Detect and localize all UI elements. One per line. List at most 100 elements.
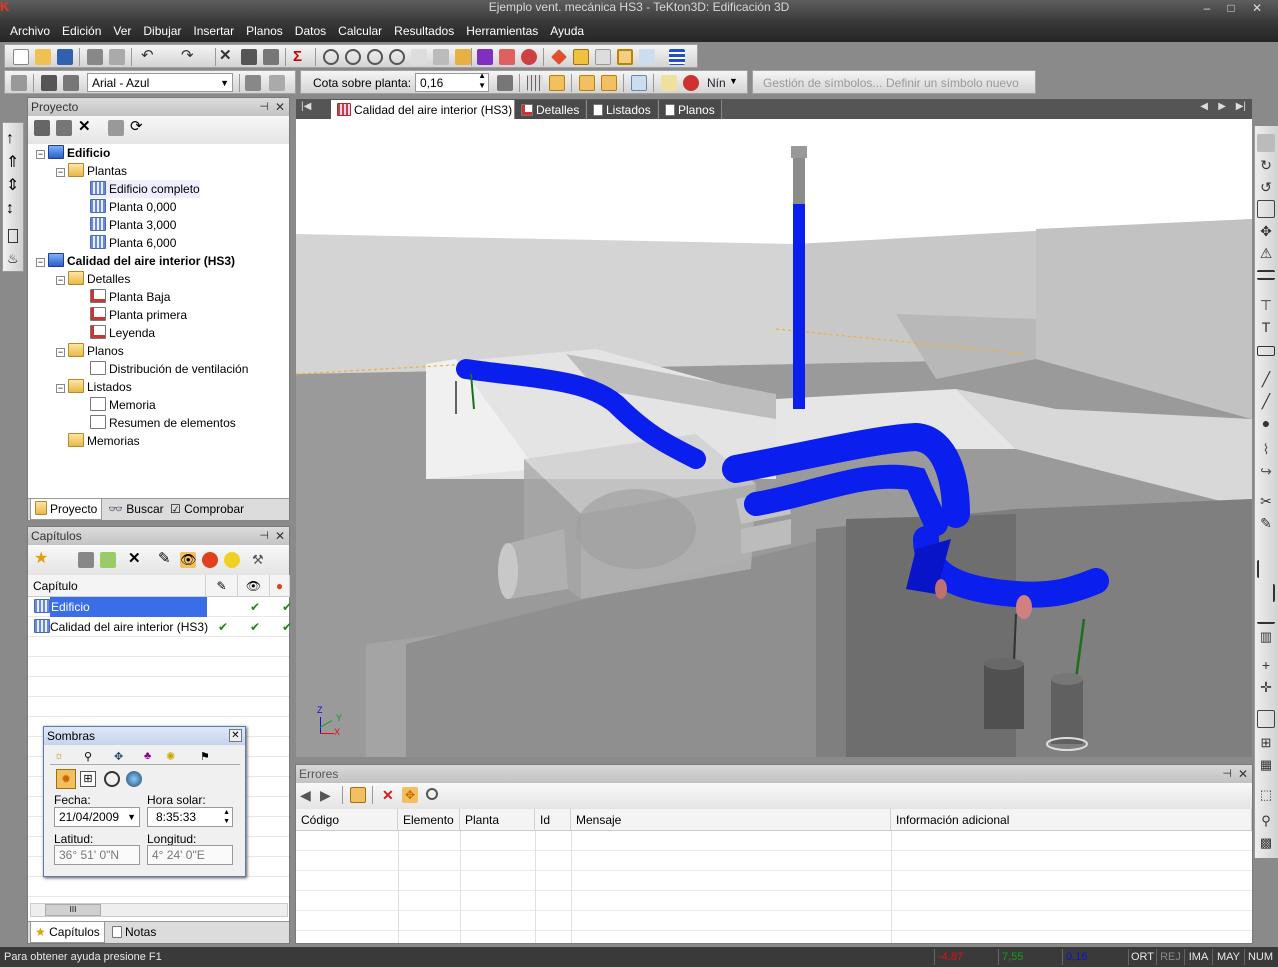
col-id[interactable]: Id bbox=[535, 809, 571, 831]
tab-listados[interactable]: Listados bbox=[586, 100, 657, 120]
rotate-3d-icon[interactable]: ↺ bbox=[1257, 178, 1275, 196]
stair-icon[interactable]: ♨ bbox=[7, 251, 19, 267]
mesh-icon[interactable]: ▦ bbox=[1257, 756, 1275, 774]
globe-icon[interactable] bbox=[126, 771, 142, 787]
tree-item-planos[interactable]: − Planos bbox=[56, 342, 124, 360]
move-tool-icon[interactable] bbox=[1257, 134, 1275, 152]
tree-item-hs3[interactable]: − Calidad del aire interior (HS3) bbox=[36, 252, 235, 270]
elbow-icon[interactable]: ↪ bbox=[1257, 462, 1275, 480]
table-row[interactable]: Calidad del aire interior (HS3) ✔ ✔ ✔ bbox=[28, 617, 292, 637]
angle-icon[interactable] bbox=[601, 75, 617, 91]
tree-item-distribucion[interactable]: Distribución de ventilación bbox=[90, 360, 248, 378]
cut-icon[interactable]: ✂ bbox=[1257, 492, 1275, 510]
move-vertical-icon[interactable]: ⇕ bbox=[6, 178, 19, 194]
door-icon[interactable] bbox=[8, 229, 18, 243]
symbols-define-button[interactable]: Definir un símbolo nuevo bbox=[886, 76, 1019, 90]
sphere-icon[interactable] bbox=[202, 552, 218, 568]
magnet-icon[interactable] bbox=[683, 75, 699, 91]
style-edit-icon[interactable] bbox=[63, 75, 79, 91]
refresh-icon[interactable]: ⟳ bbox=[130, 119, 146, 136]
fecha-input[interactable]: 21/04/2009 ▼ bbox=[54, 807, 140, 827]
rotate-icon[interactable]: ↻ bbox=[1257, 156, 1275, 174]
tree-item-planta-0[interactable]: Planta 0,000 bbox=[90, 198, 176, 216]
next-error-icon[interactable]: ▶ bbox=[320, 788, 336, 804]
minimize-button[interactable]: – bbox=[1196, 0, 1218, 16]
level-icon[interactable] bbox=[497, 75, 513, 91]
open-folder-icon[interactable] bbox=[35, 49, 51, 65]
menu-herramientas[interactable]: Herramientas bbox=[460, 20, 544, 42]
hora-input[interactable]: 8:35:33 ▲ ▼ bbox=[147, 807, 233, 827]
tab-notas[interactable]: Notas bbox=[108, 922, 160, 942]
col-sphere-icon[interactable]: ● bbox=[270, 575, 290, 597]
symbols-manage-button[interactable]: Gestión de símbolos... bbox=[763, 76, 882, 90]
grid-icon[interactable] bbox=[527, 75, 543, 91]
chevron-down-icon[interactable]: ▼ bbox=[729, 76, 738, 86]
font-select[interactable]: Arial - Azul ▼ bbox=[87, 73, 233, 92]
menu-resultados[interactable]: Resultados bbox=[388, 20, 460, 42]
tab-capitulos[interactable]: ★ Capítulos bbox=[30, 922, 105, 943]
add-point-icon[interactable]: ✛ bbox=[1257, 678, 1275, 696]
check-icon[interactable]: ✔ bbox=[250, 597, 260, 617]
tab-proyecto[interactable]: Proyecto bbox=[30, 499, 103, 520]
spinner-icon[interactable]: ▲ ▼ bbox=[223, 808, 230, 826]
snap-grid-icon[interactable] bbox=[549, 75, 565, 91]
save-icon[interactable] bbox=[57, 49, 73, 65]
tree-item-plantas[interactable]: − Plantas bbox=[56, 162, 127, 180]
tab-menu-icon[interactable]: ▶| bbox=[1236, 101, 1246, 112]
align-bottom-icon[interactable] bbox=[1257, 606, 1275, 624]
delete-item-icon[interactable]: ✕ bbox=[78, 119, 94, 136]
menu-archivo[interactable]: Archivo bbox=[0, 20, 56, 42]
copy-style-icon[interactable] bbox=[245, 75, 261, 91]
paste-style-icon[interactable] bbox=[269, 75, 285, 91]
zoom-icon[interactable] bbox=[323, 49, 339, 65]
nin-label[interactable]: Nín bbox=[707, 76, 726, 90]
close-icon[interactable]: ✕ bbox=[1238, 765, 1248, 783]
col-capitulo[interactable]: Capítulo bbox=[28, 575, 206, 597]
maximize-button[interactable]: □ bbox=[1220, 0, 1242, 16]
ort-toggle[interactable]: ORT bbox=[1128, 949, 1156, 965]
viewport-3d[interactable]: Z Y X bbox=[296, 119, 1252, 757]
select-icon[interactable]: ⬚ bbox=[1257, 786, 1275, 804]
tree-item-planta-primera[interactable]: Planta primera bbox=[90, 306, 187, 324]
new-file-icon[interactable] bbox=[13, 49, 29, 65]
tab-comprobar[interactable]: ☑ Comprobar bbox=[166, 499, 248, 519]
pipe-icon[interactable]: ⌇ bbox=[1257, 440, 1275, 458]
arrow-up-bold-icon[interactable]: ⇑ bbox=[6, 155, 19, 171]
tab-light-icon[interactable]: ✺ bbox=[166, 750, 175, 763]
view-icon[interactable] bbox=[455, 49, 471, 65]
menu-dibujar[interactable]: Dibujar bbox=[137, 20, 187, 42]
pencil-icon[interactable] bbox=[499, 49, 515, 65]
grid-toggle-icon[interactable]: ⊞ bbox=[80, 771, 96, 787]
close-icon[interactable]: ✕ bbox=[229, 729, 242, 742]
tree-item-listados[interactable]: − Listados bbox=[56, 378, 132, 396]
snap-icon[interactable] bbox=[521, 49, 537, 65]
star-icon[interactable]: ★ bbox=[34, 551, 50, 568]
tab-sun-icon[interactable]: ☼ bbox=[54, 750, 64, 762]
wall-icon[interactable] bbox=[1257, 270, 1275, 280]
point-icon[interactable]: ● bbox=[1257, 414, 1275, 432]
check-icon[interactable]: ✔ bbox=[218, 617, 228, 637]
tree-item-planta-6[interactable]: Planta 6,000 bbox=[90, 234, 176, 252]
message-icon[interactable] bbox=[639, 49, 655, 65]
note-icon[interactable] bbox=[661, 75, 677, 91]
col-planta[interactable]: Planta bbox=[460, 809, 535, 831]
menu-datos[interactable]: Datos bbox=[289, 20, 332, 42]
compass-icon[interactable] bbox=[104, 771, 120, 787]
paste-icon[interactable] bbox=[100, 552, 116, 568]
copy-icon[interactable] bbox=[78, 552, 94, 568]
menu-planos[interactable]: Planos bbox=[240, 20, 289, 42]
prev-tab-icon[interactable]: ◀ bbox=[1200, 101, 1208, 112]
scroll-thumb[interactable]: III bbox=[45, 904, 101, 916]
table-row[interactable]: Edificio ✔ ✔ bbox=[28, 597, 292, 617]
tree-item-resumen[interactable]: Resumen de elementos bbox=[90, 414, 236, 432]
edit-icon[interactable] bbox=[241, 49, 257, 65]
longitud-input[interactable]: 4° 24' 0"E bbox=[147, 845, 233, 865]
search-icon[interactable] bbox=[426, 788, 438, 800]
col-eye-icon[interactable]: 👁 bbox=[238, 575, 270, 597]
beam-icon[interactable]: T bbox=[1257, 318, 1275, 336]
tab-buscar[interactable]: 👓 Buscar bbox=[104, 499, 168, 519]
diagonal-icon[interactable]: ╱ bbox=[1257, 392, 1275, 410]
edit-item-icon[interactable] bbox=[56, 120, 72, 136]
tab-layers-icon[interactable]: ♣ bbox=[144, 750, 151, 762]
surface-icon[interactable] bbox=[573, 49, 589, 65]
